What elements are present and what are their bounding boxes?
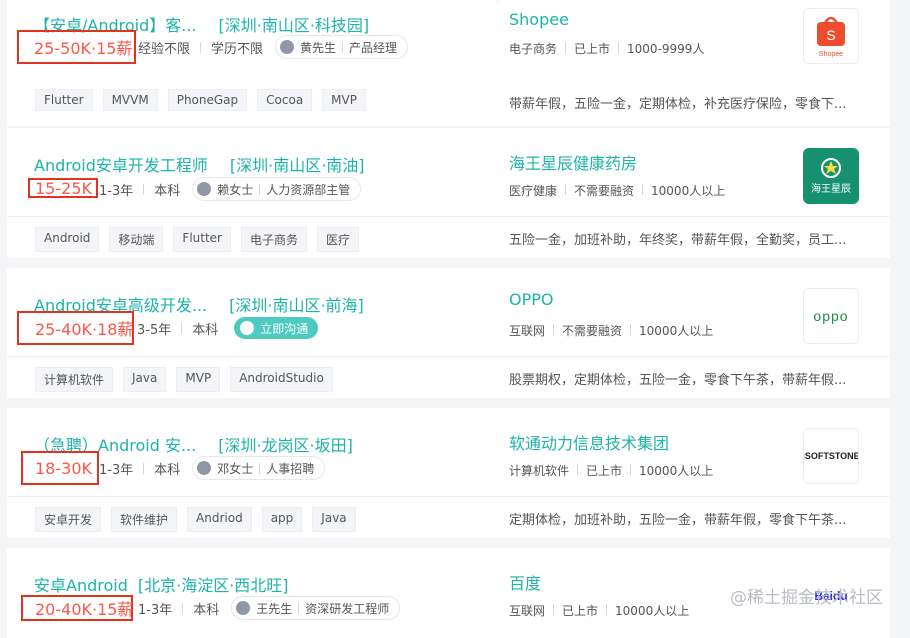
company-name-link[interactable]: 海王星辰健康药房 bbox=[509, 150, 637, 174]
salary-highlight: 20-40K·15薪 bbox=[21, 595, 133, 621]
company-info: 医疗健康 不需要融资 10000人以上 bbox=[509, 184, 726, 198]
skill-tag[interactable]: Android bbox=[35, 227, 100, 252]
job-location: [深圳·南山区·南油] bbox=[229, 156, 365, 175]
recruiter-badge[interactable]: 王先生资深研发工程师 bbox=[231, 596, 401, 620]
skill-tag[interactable]: app bbox=[261, 507, 303, 532]
svg-text:海王星辰: 海王星辰 bbox=[811, 182, 851, 195]
company-name-link[interactable]: 软通动力信息技术集团 bbox=[509, 430, 669, 454]
job-card-tags: Flutter MVVM PhoneGap Cocoa MVP 带薪年假，五险一… bbox=[7, 78, 890, 126]
company-logo[interactable]: 海王星辰 bbox=[803, 148, 859, 204]
company-info: 互联网 不需要融资 10000人以上 bbox=[509, 324, 714, 338]
job-location: [深圳·龙岗区·坂田] bbox=[218, 436, 353, 455]
skill-tag[interactable]: AndroidStudio bbox=[230, 367, 333, 392]
job-title-link[interactable]: 安卓Android [北京·海淀区·西北旺] bbox=[34, 572, 289, 596]
welfare-text: 股票期权，定期体检，五险一金，零食下午茶，带薪年假... bbox=[509, 373, 847, 388]
welfare-text: 定期体检，加班补助，五险一金，带薪年假，零食下午茶... bbox=[509, 513, 847, 528]
education-requirement: 学历不限 bbox=[211, 41, 264, 57]
salary-highlight: 15-25K bbox=[28, 178, 98, 198]
job-card[interactable]: 【安卓/Android】客... [深圳·南山区·科技园] 25-50K·15薪 … bbox=[7, 0, 890, 78]
education-requirement: 本科 bbox=[154, 462, 181, 478]
salary-highlight: 25-50K·15薪 bbox=[17, 30, 136, 64]
education-requirement: 本科 bbox=[193, 602, 220, 618]
skill-tag[interactable]: Cocoa bbox=[257, 89, 313, 111]
svg-text:Shopee: Shopee bbox=[819, 51, 843, 58]
job-card[interactable]: Android安卓开发工程师 [深圳·南山区·南油] 15-25K 1-3年 本科… bbox=[7, 128, 890, 258]
experience-requirement: 3-5年 bbox=[137, 322, 172, 338]
skill-tag[interactable]: 医疗 bbox=[317, 227, 360, 252]
company-name-link[interactable]: 百度 bbox=[509, 570, 541, 594]
company-info: 互联网 已上市 10000人以上 bbox=[509, 604, 690, 618]
skill-tag[interactable]: Flutter bbox=[35, 89, 93, 111]
job-title-link[interactable]: Android安卓开发工程师 [深圳·南山区·南油] bbox=[34, 152, 365, 176]
welfare-text: 带薪年假，五险一金，定期体检，补充医疗保险，零食下... bbox=[509, 97, 847, 112]
company-logo[interactable]: iSOFTSTONE bbox=[803, 428, 859, 484]
skill-tag[interactable]: MVP bbox=[176, 367, 221, 392]
chat-icon bbox=[197, 456, 212, 475]
job-location: [北京·海淀区·西北旺] bbox=[137, 576, 289, 595]
recruiter-badge[interactable]: 赖女士人力资源部主管 bbox=[192, 177, 362, 201]
svg-text:S: S bbox=[826, 27, 835, 43]
company-logo[interactable]: oppo bbox=[803, 288, 859, 344]
company-logo[interactable]: S Shopee bbox=[803, 8, 859, 64]
chat-icon bbox=[240, 316, 255, 335]
skill-tag[interactable]: Java bbox=[312, 507, 356, 532]
skill-tag[interactable]: 移动端 bbox=[109, 227, 164, 252]
company-info: 电子商务 已上市 1000-9999人 bbox=[509, 42, 705, 56]
chat-icon bbox=[280, 35, 295, 54]
salary-highlight: 25-40K·18薪 bbox=[17, 311, 134, 345]
recruiter-badge[interactable]: 黄先生产品经理 bbox=[275, 35, 409, 59]
skill-tag[interactable]: Andriod bbox=[187, 507, 252, 532]
company-info: 计算机软件 已上市 10000人以上 bbox=[509, 464, 714, 478]
welfare-text: 五险一金，加班补助，年终奖，带薪年假，全勤奖，员工... bbox=[509, 233, 847, 248]
recruiter-badge[interactable]: 邓女士人事招聘 bbox=[192, 456, 326, 480]
job-location: [深圳·南山区·科技园] bbox=[218, 16, 370, 35]
skill-tag[interactable]: MVVM bbox=[102, 89, 158, 111]
skill-tag[interactable]: 计算机软件 bbox=[35, 367, 114, 392]
company-name-link[interactable]: OPPO bbox=[509, 290, 553, 309]
chat-icon bbox=[236, 596, 251, 615]
job-card[interactable]: Android安卓高级开发... [深圳·南山区·前海] 25-40K·18薪 3… bbox=[7, 268, 890, 398]
job-card[interactable]: （急聘）Android 安... [深圳·龙岗区·坂田] 18-30K 1-3年 … bbox=[7, 408, 890, 538]
experience-requirement: 1-3年 bbox=[99, 462, 134, 478]
skill-tag[interactable]: MVP bbox=[322, 89, 366, 111]
company-name-link[interactable]: Shopee bbox=[509, 10, 569, 29]
job-location: [深圳·南山区·前海] bbox=[229, 296, 364, 315]
salary-highlight: 18-30K bbox=[21, 451, 99, 485]
experience-requirement: 1-3年 bbox=[138, 602, 173, 618]
skill-tag[interactable]: PhoneGap bbox=[167, 89, 248, 111]
skill-tag[interactable]: 电子商务 bbox=[241, 227, 308, 252]
chat-icon bbox=[197, 177, 212, 196]
experience-requirement: 1-3年 bbox=[99, 183, 134, 199]
skill-tag[interactable]: Flutter bbox=[173, 227, 231, 252]
experience-requirement: 经验不限 bbox=[138, 41, 191, 57]
chat-now-button[interactable]: 立即沟通 bbox=[234, 316, 319, 339]
skill-tag[interactable]: 安卓开发 bbox=[35, 507, 102, 532]
skill-tag[interactable]: Java bbox=[123, 367, 167, 392]
education-requirement: 本科 bbox=[154, 183, 181, 199]
education-requirement: 本科 bbox=[192, 322, 219, 338]
watermark: @稀土掘金技术社区 bbox=[730, 588, 883, 608]
skill-tag[interactable]: 软件维护 bbox=[111, 507, 178, 532]
